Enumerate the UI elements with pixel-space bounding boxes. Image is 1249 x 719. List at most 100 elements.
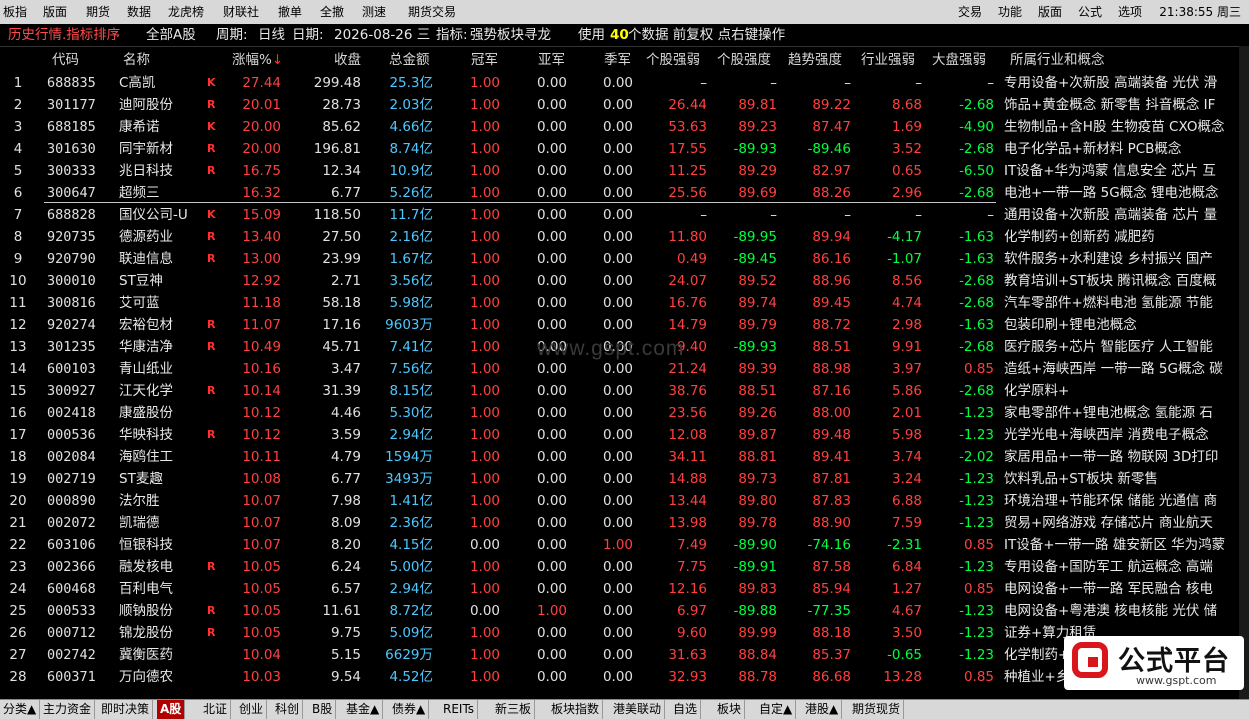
menu-item-cailianshe[interactable]: 财联社 (220, 0, 262, 24)
table-row[interactable]: 12 920274 宏裕包材 R 11.07 17.16 9603万 1.00 0.00 0.00… (0, 314, 1249, 336)
stock-code: 002742 (47, 647, 96, 663)
tab-13[interactable]: 港美联动 (610, 700, 666, 719)
tab-2[interactable]: 即时决策 (98, 700, 154, 719)
table-row[interactable]: 26 000712 锦龙股份 R 10.05 9.75 5.09亿 1.00 0.00 0.00 9… (0, 622, 1249, 644)
table-row[interactable]: 5 300333 兆日科技 R 16.75 12.34 10.9亿 1.00 0.00 0.00 1… (0, 160, 1249, 182)
menu-item-cesu[interactable]: 测速 (359, 0, 389, 24)
tab-15[interactable]: 板块 (714, 700, 746, 719)
table-row[interactable]: 8 920735 德源药业 R 13.40 27.50 2.16亿 1.00 0.00 0.00 1… (0, 226, 1249, 248)
tab-3[interactable]: A股 (157, 700, 186, 719)
date-value[interactable]: 2026-08-26 三 (334, 24, 430, 46)
trend-intensity: 87.81 (812, 471, 851, 487)
table-row[interactable]: 14 600103 青山纸业 10.16 3.47 7.56亿 1.00 0.00 0.00 21… (0, 358, 1249, 380)
tab-5[interactable]: 创业 (236, 700, 268, 719)
total-amount: 1594万 (385, 449, 433, 465)
table-row[interactable]: 1 688835 C高凯 K 27.44 299.48 25.3亿 1.00 0.00 0.00 –… (0, 72, 1249, 94)
indicator-value[interactable]: 强势板块寻龙 (470, 24, 551, 46)
table-row[interactable]: 15 300927 江天化学 R 10.14 31.39 8.15亿 1.00 0.00 0.00… (0, 380, 1249, 402)
col-header-s4[interactable]: 行业强弱 (861, 50, 915, 71)
tab-12[interactable]: 板块指数 (548, 700, 604, 719)
col-header-n3[interactable]: 季军 (604, 50, 631, 71)
menu-item-longhubang[interactable]: 龙虎榜 (165, 0, 207, 24)
tab-0[interactable]: 分类▲ (0, 700, 41, 719)
menu-item-quanche[interactable]: 全撤 (317, 0, 347, 24)
industry-concepts: 环境治理+节能环保 储能 光通信 商 (1004, 493, 1218, 509)
menu-item-jiaoyi[interactable]: 交易 (955, 0, 985, 24)
tab-6[interactable]: 科创 (272, 700, 304, 719)
champion-value: 1.00 (469, 251, 500, 267)
table-row[interactable]: 22 603106 恒银科技 10.07 8.20 4.15亿 0.00 0.00 1.00 7.… (0, 534, 1249, 556)
tab-4[interactable]: 北证 (200, 700, 232, 719)
col-header-amount[interactable]: 总金额 (389, 50, 430, 71)
table-row[interactable]: 28 600371 万向德农 10.03 9.54 4.52亿 1.00 0.00 0.00 32… (0, 666, 1249, 688)
market-strength: -1.23 (959, 647, 994, 663)
col-header-n1[interactable]: 冠军 (471, 50, 498, 71)
menu-item-qihuo[interactable]: 期货 (83, 0, 113, 24)
table-row[interactable]: 2 301177 迪阿股份 R 20.01 28.73 2.03亿 1.00 0.00 0.00 2… (0, 94, 1249, 116)
col-header-pct[interactable]: 涨幅%↓ (232, 50, 283, 71)
table-row[interactable]: 18 002084 海鸥住工 10.11 4.79 1594万 1.00 0.00 0.00 34… (0, 446, 1249, 468)
menu-item-banmian[interactable]: 版面 (40, 0, 70, 24)
total-amount: 5.98亿 (389, 295, 433, 311)
total-amount: 2.94亿 (389, 427, 433, 443)
table-row[interactable]: 4 301630 同宇新材 R 20.00 196.81 8.74亿 1.00 0.00 0.00… (0, 138, 1249, 160)
tab-11[interactable]: 新三板 (492, 700, 536, 719)
col-header-industry[interactable]: 所属行业和概念 (1010, 50, 1105, 71)
menu-item-qihuojiaoyi[interactable]: 期货交易 (405, 0, 459, 24)
total-amount: 6629万 (385, 647, 433, 663)
col-header-s1[interactable]: 个股强弱 (646, 50, 700, 71)
change-pct: 10.04 (242, 647, 281, 663)
vertical-scrollbar[interactable] (1239, 46, 1249, 699)
col-header-s2[interactable]: 个股强度 (717, 50, 771, 71)
table-row[interactable]: 9 920790 联迪信息 R 13.00 23.99 1.67亿 1.00 0.00 0.00 0… (0, 248, 1249, 270)
col-header-name[interactable]: 名称 (123, 50, 150, 71)
tab-14[interactable]: 自选 (670, 700, 702, 719)
table-row[interactable]: 25 000533 顺钠股份 R 10.05 11.61 8.72亿 0.00 1.00 0.00… (0, 600, 1249, 622)
table-row[interactable]: 16 002418 康盛股份 10.12 4.46 5.30亿 1.00 0.00 0.00 23… (0, 402, 1249, 424)
table-row[interactable]: 21 002072 凯瑞德 10.07 8.09 2.36亿 1.00 0.00 0.00 13.… (0, 512, 1249, 534)
stock-intensity: -89.91 (733, 559, 777, 575)
market-label[interactable]: 全部A股 (146, 24, 196, 46)
menu-item-xuanxiang[interactable]: 选项 (1115, 0, 1145, 24)
tab-16[interactable]: 自定▲ (756, 700, 797, 719)
col-header-s5[interactable]: 大盘强弱 (932, 50, 986, 71)
period-value[interactable]: 日线 (258, 24, 285, 46)
industry-strength: 3.74 (891, 449, 922, 465)
tab-10[interactable]: REITs (440, 700, 479, 719)
stock-strength: – (700, 75, 707, 91)
col-header-s3[interactable]: 趋势强度 (788, 50, 842, 71)
total-amount: 10.9亿 (389, 163, 433, 179)
table-row[interactable]: 3 688185 康希诺 K 20.00 85.62 4.66亿 1.00 0.00 0.00 53… (0, 116, 1249, 138)
table-row[interactable]: 27 002742 冀衡医药 10.04 5.15 6629万 1.00 0.00 0.00 31… (0, 644, 1249, 666)
row-index: 7 (13, 207, 23, 223)
menu-item-gongshi[interactable]: 公式 (1075, 0, 1105, 24)
trend-intensity: 88.96 (812, 273, 851, 289)
table-row[interactable]: 6 300647 超频三 16.32 6.77 5.26亿 1.00 0.00 0.00 25.5… (0, 182, 1249, 204)
table-row[interactable]: 11 300816 艾可蓝 11.18 58.18 5.98亿 1.00 0.00 0.00 16… (0, 292, 1249, 314)
row-index: 20 (9, 493, 27, 509)
col-header-close[interactable]: 收盘 (334, 50, 361, 71)
table-row[interactable]: 24 600468 百利电气 10.05 6.57 2.94亿 1.00 0.00 0.00 12… (0, 578, 1249, 600)
period-label: 周期: (216, 27, 248, 43)
menu-item-shuju[interactable]: 数据 (124, 0, 154, 24)
table-row[interactable]: 23 002366 融发核电 R 10.05 6.24 5.00亿 1.00 0.00 0.00 7… (0, 556, 1249, 578)
close-price: 5.15 (330, 647, 361, 663)
col-header-code[interactable]: 代码 (52, 50, 79, 71)
menu-item-banzhi[interactable]: 板指 (0, 0, 30, 24)
menu-item-chedan[interactable]: 撤单 (275, 0, 305, 24)
tab-8[interactable]: 基金▲ (343, 700, 384, 719)
menu-item-banmian-right[interactable]: 版面 (1035, 0, 1065, 24)
table-row[interactable]: 20 000890 法尔胜 10.07 7.98 1.41亿 1.00 0.00 0.00 13.… (0, 490, 1249, 512)
table-row[interactable]: 7 688828 国仪公司-U K 15.09 118.50 11.7亿 1.00 0.00 0.… (0, 204, 1249, 226)
table-row[interactable]: 10 300010 ST豆神 12.92 2.71 3.56亿 1.00 0.00 0.00 24… (0, 270, 1249, 292)
tab-17[interactable]: 港股▲ (802, 700, 843, 719)
col-header-n2[interactable]: 亚军 (538, 50, 565, 71)
tab-1[interactable]: 主力资金 (40, 700, 96, 719)
tab-18[interactable]: 期货现货 (849, 700, 905, 719)
tab-7[interactable]: B股 (309, 700, 337, 719)
tab-9[interactable]: 债券▲ (389, 700, 430, 719)
stock-strength: 12.16 (668, 581, 707, 597)
table-row[interactable]: 19 002719 ST麦趣 10.08 6.77 3493万 1.00 0.00 0.00 14… (0, 468, 1249, 490)
menu-item-gongneng[interactable]: 功能 (995, 0, 1025, 24)
table-row[interactable]: 17 000536 华映科技 R 10.12 3.59 2.94亿 1.00 0.00 0.00 1… (0, 424, 1249, 446)
